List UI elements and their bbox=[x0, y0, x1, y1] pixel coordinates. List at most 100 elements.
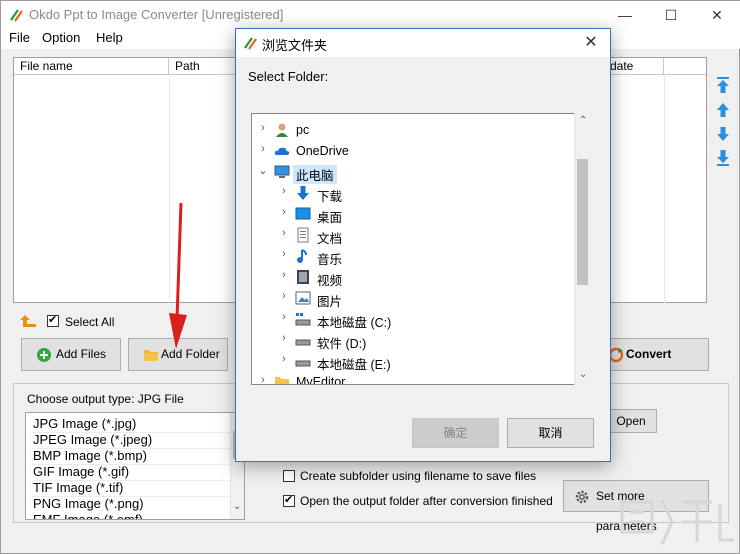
chevron-right-icon[interactable]: › bbox=[279, 269, 289, 281]
menu-help[interactable]: Help bbox=[96, 30, 123, 45]
tree-item-label: MyEditor bbox=[296, 375, 346, 385]
dialog-title: 浏览文件夹 bbox=[262, 38, 328, 53]
chevron-right-icon[interactable]: › bbox=[279, 290, 289, 302]
chevron-right-icon[interactable]: › bbox=[279, 185, 289, 197]
system-drive-icon bbox=[295, 313, 311, 326]
move-down-icon[interactable] bbox=[715, 125, 731, 143]
browse-folder-dialog: 浏览文件夹 ✕ Select Folder: › pc › OneDrive ⌄ bbox=[235, 28, 611, 462]
tree-item-label: pc bbox=[296, 123, 310, 137]
format-item-bmp[interactable]: BMP Image (*.bmp) bbox=[33, 448, 147, 463]
scroll-up-icon[interactable]: ⌃ bbox=[579, 115, 587, 126]
column-separator bbox=[664, 75, 665, 304]
format-item-emf[interactable]: EMF Image (*.emf) bbox=[33, 512, 143, 519]
maximize-button[interactable]: ☐ bbox=[648, 1, 694, 29]
desktop-folder-icon bbox=[295, 207, 311, 220]
tree-item-label: 桌面 bbox=[317, 211, 343, 225]
documents-folder-icon bbox=[297, 227, 309, 243]
folder-tree[interactable]: › pc › OneDrive ⌄ 此电脑 › 下载 › 桌面 › 文档 › 音… bbox=[251, 113, 591, 385]
tree-item-label: OneDrive bbox=[296, 144, 349, 158]
dialog-title-bar: 浏览文件夹 ✕ bbox=[236, 29, 610, 57]
add-icon bbox=[37, 348, 51, 362]
app-logo-icon bbox=[10, 9, 23, 22]
convert-button[interactable]: Convert bbox=[599, 338, 709, 371]
tree-item-label: 音乐 bbox=[317, 253, 343, 267]
tree-item-label: 图片 bbox=[317, 295, 343, 309]
move-top-icon[interactable] bbox=[715, 76, 731, 94]
computer-icon bbox=[274, 165, 290, 178]
add-files-label: Add Files bbox=[56, 347, 107, 361]
column-header-date[interactable]: date bbox=[604, 58, 664, 75]
tree-item-label: 文档 bbox=[317, 232, 343, 246]
tree-item-label: 视频 bbox=[317, 274, 343, 288]
cloud-icon bbox=[274, 147, 290, 155]
scroll-down-icon[interactable]: ⌄ bbox=[579, 369, 587, 380]
format-item-gif[interactable]: GIF Image (*.gif) bbox=[33, 464, 129, 479]
column-header-extra bbox=[664, 58, 706, 75]
open-button[interactable]: Open bbox=[605, 409, 657, 433]
add-files-button[interactable]: Add Files bbox=[21, 338, 121, 371]
tree-item-label: 软件 (D:) bbox=[317, 337, 367, 351]
pictures-folder-icon bbox=[295, 291, 311, 305]
tree-item-label: 下载 bbox=[317, 190, 343, 204]
video-folder-icon bbox=[297, 270, 309, 284]
create-subfolder-checkbox[interactable] bbox=[283, 470, 295, 482]
close-icon: ✕ bbox=[711, 7, 723, 23]
chevron-right-icon[interactable]: › bbox=[279, 248, 289, 260]
window-title: Okdo Ppt to Image Converter [Unregistere… bbox=[29, 7, 284, 22]
format-item-png[interactable]: PNG Image (*.png) bbox=[33, 496, 144, 511]
open-folder-checkbox[interactable] bbox=[283, 493, 295, 507]
music-folder-icon bbox=[297, 249, 307, 263]
move-bottom-icon[interactable] bbox=[715, 149, 731, 167]
title-bar: Okdo Ppt to Image Converter [Unregistere… bbox=[1, 1, 740, 29]
chevron-right-icon[interactable]: › bbox=[258, 374, 268, 384]
drive-icon bbox=[295, 360, 311, 367]
scroll-thumb[interactable] bbox=[577, 159, 588, 285]
menu-file[interactable]: File bbox=[9, 30, 30, 45]
download-folder-icon bbox=[297, 186, 309, 200]
app-logo-icon bbox=[244, 37, 257, 50]
close-icon: ✕ bbox=[584, 34, 598, 51]
format-item-jpg[interactable]: JPG Image (*.jpg) bbox=[33, 416, 136, 431]
scroll-down-icon[interactable]: ⌄ bbox=[233, 501, 241, 512]
chevron-down-icon[interactable]: ⌄ bbox=[258, 164, 268, 177]
watermark-logo-icon bbox=[620, 499, 734, 545]
up-level-icon[interactable] bbox=[19, 313, 37, 329]
tree-item-label: 本地磁盘 (E:) bbox=[317, 358, 391, 372]
tree-item-label: 本地磁盘 (C:) bbox=[317, 316, 392, 330]
chevron-right-icon[interactable]: › bbox=[279, 332, 289, 344]
create-subfolder-label: Create subfolder using filename to save … bbox=[300, 469, 537, 483]
minimize-icon: — bbox=[618, 7, 632, 23]
format-item-jpeg[interactable]: JPEG Image (*.jpeg) bbox=[33, 432, 152, 447]
dialog-close-button[interactable]: ✕ bbox=[576, 29, 606, 57]
checkbox-box[interactable] bbox=[47, 313, 59, 327]
user-icon bbox=[276, 123, 288, 137]
select-all-checkbox[interactable]: Select All bbox=[47, 313, 157, 331]
chevron-right-icon[interactable]: › bbox=[279, 227, 289, 239]
output-type-list[interactable]: JPG Image (*.jpg) JPEG Image (*.jpeg) BM… bbox=[25, 412, 245, 520]
maximize-icon: ☐ bbox=[664, 7, 678, 23]
annotation-arrow-icon bbox=[169, 202, 187, 349]
column-header-file-name[interactable]: File name bbox=[14, 58, 169, 75]
chevron-right-icon[interactable]: › bbox=[279, 311, 289, 323]
drive-icon bbox=[295, 339, 311, 346]
select-all-label: Select All bbox=[65, 315, 115, 329]
tree-item-label: 此电脑 bbox=[293, 165, 337, 184]
format-item-tif[interactable]: TIF Image (*.tif) bbox=[33, 480, 123, 495]
output-type-label: Choose output type: JPG File bbox=[27, 392, 184, 406]
folder-icon bbox=[275, 377, 289, 384]
select-folder-prompt: Select Folder: bbox=[248, 69, 329, 84]
chevron-right-icon[interactable]: › bbox=[279, 206, 289, 218]
ok-button[interactable]: 确定 bbox=[412, 418, 499, 448]
chevron-right-icon[interactable]: › bbox=[279, 353, 289, 365]
convert-label: Convert bbox=[626, 347, 672, 361]
open-folder-label: Open the output folder after conversion … bbox=[300, 494, 553, 508]
gear-icon bbox=[575, 490, 589, 504]
minimize-button[interactable]: — bbox=[602, 1, 648, 29]
folder-icon bbox=[144, 350, 158, 361]
chevron-right-icon[interactable]: › bbox=[258, 122, 268, 134]
cancel-button[interactable]: 取消 bbox=[507, 418, 594, 448]
move-up-icon[interactable] bbox=[715, 101, 731, 119]
close-button[interactable]: ✕ bbox=[694, 1, 740, 29]
menu-option[interactable]: Option bbox=[42, 30, 80, 45]
chevron-right-icon[interactable]: › bbox=[258, 143, 268, 155]
